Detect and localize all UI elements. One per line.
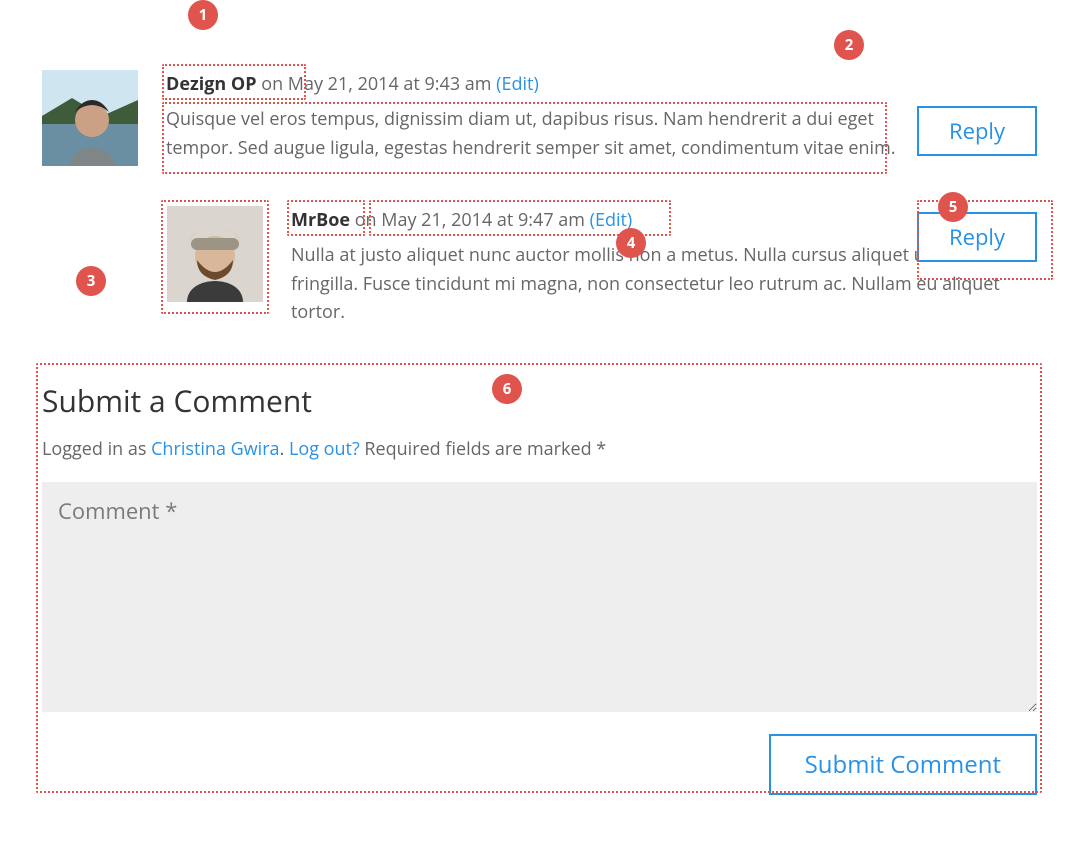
comment-author: Dezign OP: [166, 72, 257, 96]
login-sep: .: [280, 437, 289, 461]
comment-content: Dezign OP on May 21, 2014 at 9:43 am (Ed…: [166, 70, 1037, 162]
submit-comment-button[interactable]: Submit Comment: [769, 734, 1037, 795]
comment-item: Dezign OP on May 21, 2014 at 9:43 am (Ed…: [42, 70, 1037, 166]
comment-textarea[interactable]: [42, 482, 1037, 712]
reply-button[interactable]: Reply: [917, 212, 1037, 262]
submit-row: Submit Comment: [42, 734, 1037, 795]
current-user-link[interactable]: Christina Gwira: [151, 437, 279, 461]
annotation-badge-3: 3: [76, 266, 106, 296]
annotation-badge-2: 2: [834, 30, 864, 60]
comment-date: on May 21, 2014 at 9:47 am: [355, 208, 585, 232]
annotation-badge-1: 1: [188, 0, 218, 30]
comment-form-section: Submit a Comment Logged in as Christina …: [42, 357, 1037, 825]
reply-button[interactable]: Reply: [917, 106, 1037, 156]
comments-section: 1 Dezign OP on May 21, 2014 at 9:43 am (…: [0, 0, 1079, 855]
comment-item-reply: MrBoe on May 21, 2014 at 9:47 am (Edit) …: [167, 206, 1037, 327]
login-status: Logged in as Christina Gwira. Log out? R…: [42, 435, 1037, 464]
form-title: Submit a Comment: [42, 377, 1037, 425]
required-note: Required fields are marked *: [360, 437, 607, 461]
comment-body: Quisque vel eros tempus, dignissim diam …: [166, 105, 1037, 163]
edit-link[interactable]: (Edit): [496, 72, 539, 96]
comment-author: MrBoe: [291, 208, 350, 232]
comment-meta: Dezign OP on May 21, 2014 at 9:43 am (Ed…: [166, 70, 1037, 99]
login-pre: Logged in as: [42, 437, 151, 461]
edit-link[interactable]: (Edit): [590, 208, 633, 232]
avatar: [42, 70, 138, 166]
logout-link[interactable]: Log out?: [289, 437, 360, 461]
comment-date: on May 21, 2014 at 9:43 am: [261, 72, 491, 96]
avatar: [167, 206, 263, 302]
